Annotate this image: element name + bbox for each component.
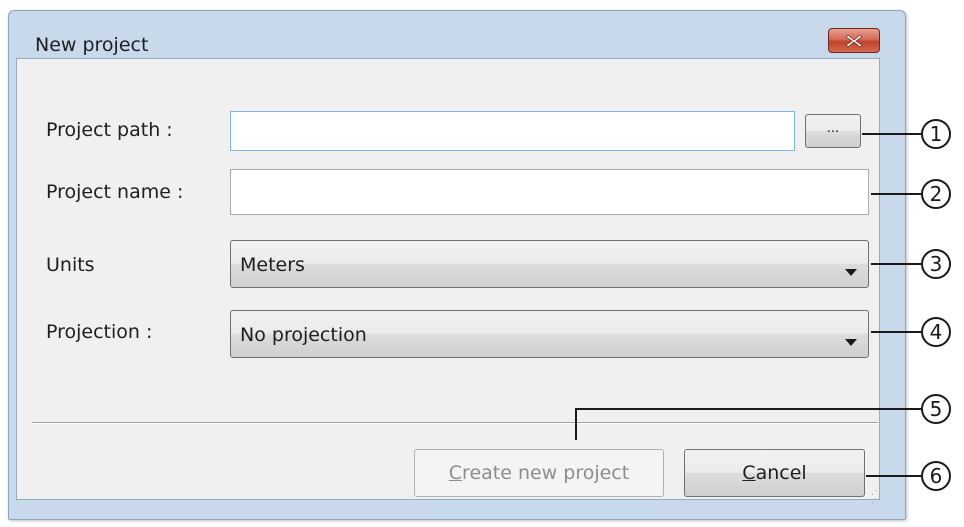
callout-3: 3 [921,249,951,279]
callout-2: 2 [921,179,951,209]
callout-lines [575,133,921,477]
callout-4: 4 [921,317,951,347]
callout-5: 5 [921,394,951,424]
callout-6: 6 [921,461,951,491]
callout-1: 1 [921,119,951,149]
